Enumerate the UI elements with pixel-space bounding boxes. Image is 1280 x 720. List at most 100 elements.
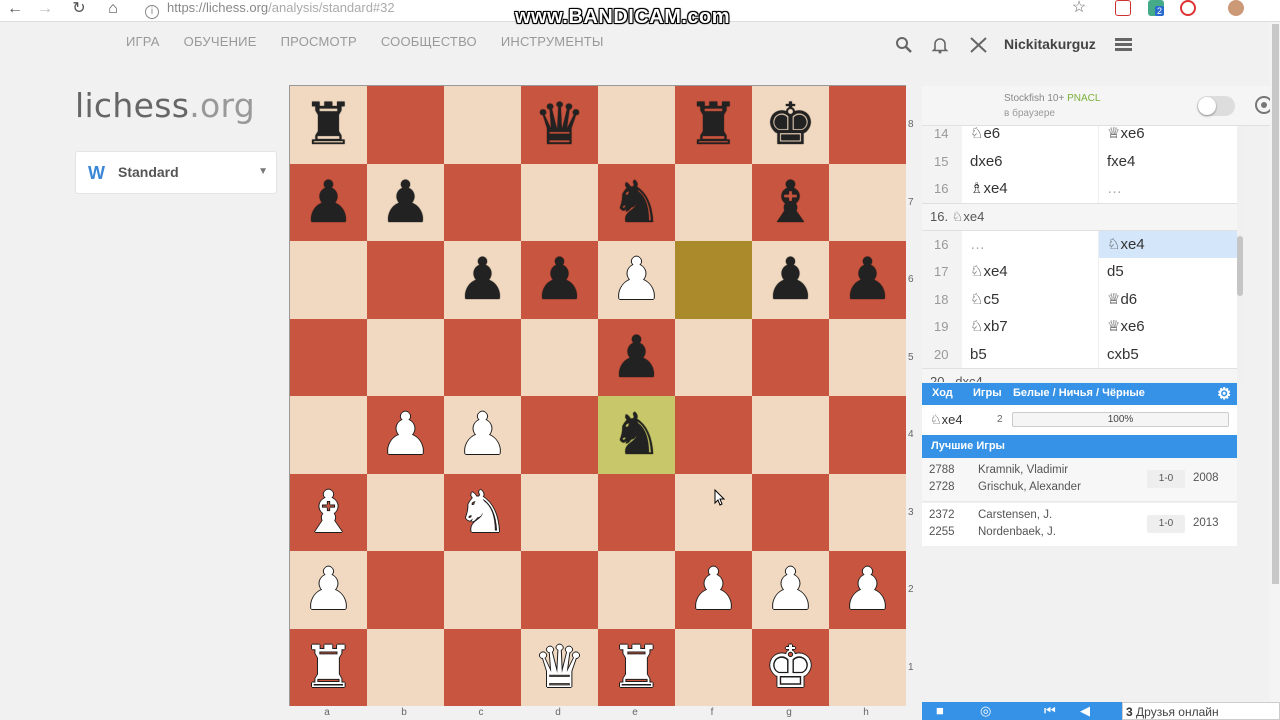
square-e3[interactable]: [598, 473, 675, 551]
square-a2[interactable]: [290, 551, 367, 629]
black-move[interactable]: ♕xe6: [1099, 313, 1238, 341]
square-a8[interactable]: [290, 86, 367, 164]
square-c4[interactable]: [444, 396, 521, 474]
square-f6[interactable]: [675, 241, 752, 319]
square-d3[interactable]: [521, 473, 598, 551]
variation-line[interactable]: 16. ♘xe4: [922, 202, 1238, 231]
square-c6[interactable]: [444, 241, 521, 319]
black-move[interactable]: ♕d6: [1099, 286, 1238, 314]
square-b7[interactable]: [367, 163, 444, 241]
square-h1[interactable]: [829, 628, 906, 706]
square-e8[interactable]: [598, 86, 675, 164]
square-c7[interactable]: [444, 163, 521, 241]
square-f5[interactable]: [675, 318, 752, 396]
square-c5[interactable]: [444, 318, 521, 396]
first-move-icon[interactable]: ⏮: [1044, 703, 1056, 719]
bookmark-star-icon[interactable]: ☆: [1071, 0, 1087, 16]
square-c2[interactable]: [444, 551, 521, 629]
square-g6[interactable]: [752, 241, 829, 319]
square-g4[interactable]: [752, 396, 829, 474]
white-move[interactable]: ♘xb7: [962, 313, 1099, 341]
friends-online-button[interactable]: 3 Друзья онлайн: [1122, 702, 1280, 720]
square-h2[interactable]: [829, 551, 906, 629]
black-move[interactable]: fxe4: [1099, 148, 1238, 176]
square-d7[interactable]: [521, 163, 598, 241]
white-move[interactable]: ♘e6: [962, 126, 1099, 148]
square-d2[interactable]: [521, 551, 598, 629]
square-b6[interactable]: [367, 241, 444, 319]
square-d1[interactable]: [521, 628, 598, 706]
square-h7[interactable]: [829, 163, 906, 241]
square-a3[interactable]: [290, 473, 367, 551]
square-h8[interactable]: [829, 86, 906, 164]
best-game-row[interactable]: 2372 Carstensen, J. 2255 Nordenbaek, J. 1-0 2…: [922, 503, 1237, 547]
white-move[interactable]: ♗xe4: [962, 175, 1099, 203]
best-game-row[interactable]: 2788 Kramnik, Vladimir 2728 Grischuk, Alexa…: [922, 458, 1237, 502]
black-move[interactable]: …: [1099, 175, 1238, 203]
nav-watch[interactable]: ПРОСМОТР: [281, 34, 357, 54]
bell-icon[interactable]: [931, 36, 949, 54]
nav-learn[interactable]: ОБУЧЕНИЕ: [184, 34, 257, 54]
nav-tools[interactable]: ИНСТРУМЕНТЫ: [501, 34, 604, 54]
square-e5[interactable]: [598, 318, 675, 396]
square-d5[interactable]: [521, 318, 598, 396]
site-logo[interactable]: lichess.org: [75, 86, 255, 125]
square-e2[interactable]: [598, 551, 675, 629]
square-f4[interactable]: [675, 396, 752, 474]
move-list-scrollbar[interactable]: [1237, 126, 1243, 382]
variant-select[interactable]: W Standard ▼: [75, 151, 277, 194]
square-f3[interactable]: [675, 473, 752, 551]
white-move[interactable]: ♘c5: [962, 285, 1099, 313]
challenge-swords-icon[interactable]: [969, 36, 989, 54]
page-scrollbar-thumb[interactable]: [1272, 24, 1279, 584]
info-icon[interactable]: i: [145, 5, 159, 19]
square-f8[interactable]: [675, 86, 752, 164]
chat-icon[interactable]: ■: [936, 703, 944, 718]
black-move[interactable]: ♘xe4: [1099, 230, 1238, 258]
square-g8[interactable]: [752, 86, 829, 164]
square-g5[interactable]: [752, 318, 829, 396]
square-b2[interactable]: [367, 551, 444, 629]
square-h5[interactable]: [829, 318, 906, 396]
forward-icon[interactable]: →: [34, 0, 56, 22]
nav-community[interactable]: СООБЩЕСТВО: [381, 34, 477, 54]
square-b4[interactable]: [367, 396, 444, 474]
square-c3[interactable]: [444, 473, 521, 551]
reload-icon[interactable]: ↻: [68, 0, 90, 22]
square-h4[interactable]: [829, 396, 906, 474]
black-move[interactable]: ♕xe6: [1099, 126, 1238, 148]
square-d4[interactable]: [521, 396, 598, 474]
black-move[interactable]: d5: [1099, 258, 1238, 286]
square-e4[interactable]: [598, 396, 675, 474]
square-g2[interactable]: [752, 551, 829, 629]
prev-move-icon[interactable]: ◀: [1080, 703, 1090, 719]
square-a6[interactable]: [290, 241, 367, 319]
variation-line[interactable]: 20...dxc4: [922, 368, 1238, 382]
square-c1[interactable]: [444, 628, 521, 706]
opera-icon[interactable]: [1180, 0, 1196, 16]
white-move[interactable]: ♘xe4: [962, 258, 1099, 286]
chess-board[interactable]: ♜ ♛ ♜ ♚ ♟ ♟ ♞ ♝ ♟ ♟ ♟ ♟ ♟ ♟ ♟ ♟ ♞ ♝ ♞ ♟ ♟ ♟ ♟ ♜ ♛ ♜ ♚: [289, 85, 906, 706]
white-move[interactable]: b5: [962, 340, 1099, 368]
username[interactable]: Nickitakurguz: [1004, 36, 1096, 52]
square-b8[interactable]: [367, 86, 444, 164]
square-a5[interactable]: [290, 318, 367, 396]
square-b1[interactable]: [367, 628, 444, 706]
square-b5[interactable]: [367, 318, 444, 396]
square-c8[interactable]: [444, 86, 521, 164]
square-e1[interactable]: [598, 628, 675, 706]
white-move[interactable]: …: [962, 230, 1099, 258]
square-h6[interactable]: [829, 241, 906, 319]
square-a7[interactable]: [290, 163, 367, 241]
search-icon[interactable]: [895, 36, 913, 54]
square-b3[interactable]: [367, 473, 444, 551]
page-scrollbar[interactable]: [1270, 22, 1280, 702]
square-d6[interactable]: [521, 241, 598, 319]
extension-icon[interactable]: 2: [1148, 0, 1165, 16]
black-move[interactable]: cxb5: [1099, 341, 1238, 369]
square-e6[interactable]: [598, 241, 675, 319]
extension-shield-icon[interactable]: [1115, 0, 1131, 16]
square-d8[interactable]: [521, 86, 598, 164]
square-g1[interactable]: [752, 628, 829, 706]
white-move[interactable]: dxe6: [962, 147, 1099, 175]
